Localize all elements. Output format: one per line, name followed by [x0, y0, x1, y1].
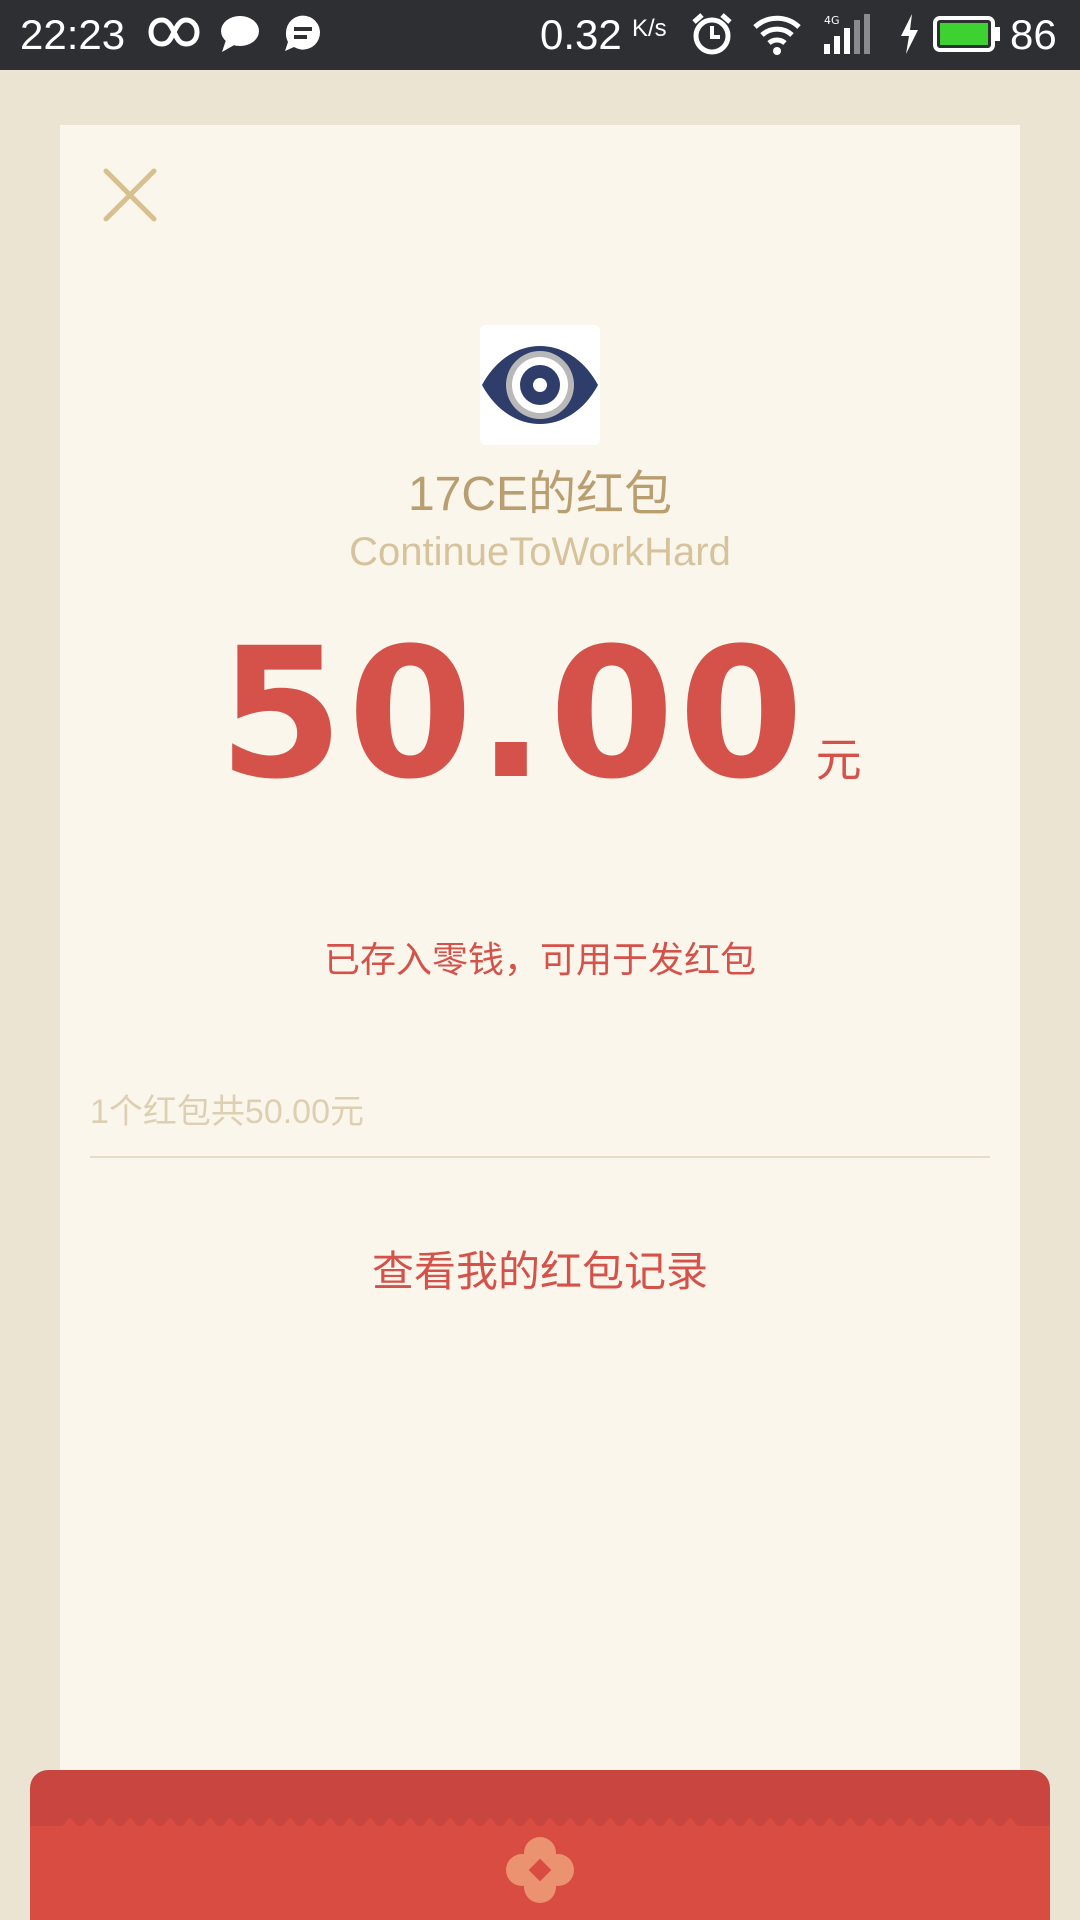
- sender-avatar: [480, 325, 600, 445]
- wifi-icon: [753, 15, 801, 55]
- net-speed: 0.32: [540, 11, 622, 58]
- red-packet-card: 17CE的红包 ContinueToWorkHard 50.00 元 已存入零钱，…: [60, 125, 1020, 1825]
- amount-value: 50.00: [218, 610, 808, 819]
- status-bar: 22:23 0.32 K/s 4G 86: [0, 0, 1080, 70]
- view-records-link[interactable]: 查看我的红包记录: [60, 1245, 1020, 1299]
- flower-emblem-icon: [506, 1837, 574, 1903]
- battery-level: 86: [1010, 11, 1057, 58]
- close-icon[interactable]: [100, 165, 160, 225]
- status-time: 22:23: [20, 11, 126, 58]
- net-speed-unit: K/s: [632, 15, 667, 42]
- sender-title: 17CE的红包: [407, 468, 673, 521]
- saved-to-wallet-note: 已存入零钱，可用于发红包: [323, 939, 756, 980]
- svg-text:4G: 4G: [824, 14, 840, 27]
- signal-4g-icon: 4G: [824, 14, 870, 54]
- chat-bubble-icon: [221, 16, 259, 52]
- infinity-icon: [148, 17, 200, 47]
- charging-icon: [901, 14, 918, 54]
- eye-logo-icon: [482, 346, 598, 424]
- packet-summary: 1个红包共50.00元: [90, 1093, 364, 1131]
- wish-message: ContinueToWorkHard: [349, 530, 731, 574]
- divider: [90, 1156, 990, 1158]
- message-icon: [285, 15, 320, 52]
- amount-display: 50.00 元: [60, 615, 1020, 815]
- alarm-icon: [692, 13, 732, 55]
- battery-icon: [933, 16, 1000, 52]
- envelope-zigzag-edge: [60, 1817, 1020, 1829]
- currency-label: 元: [815, 734, 862, 786]
